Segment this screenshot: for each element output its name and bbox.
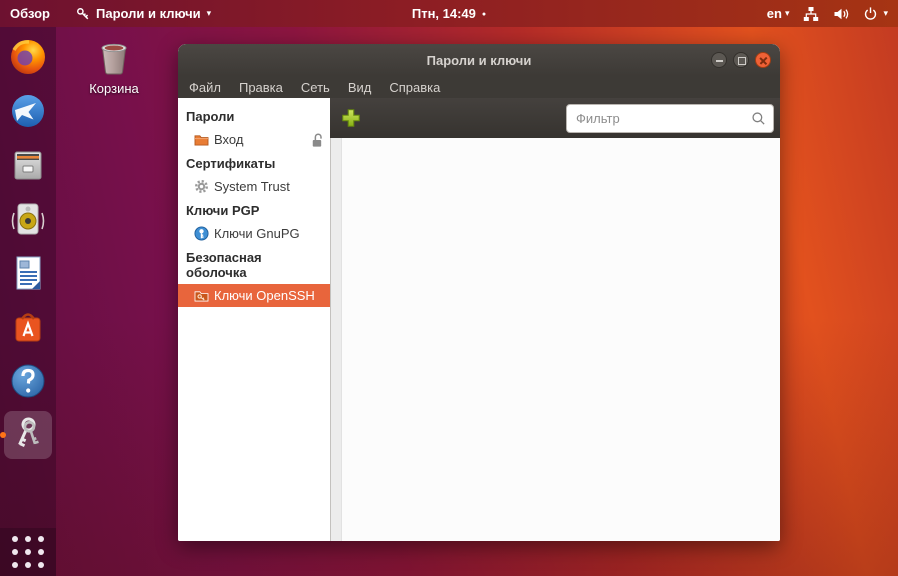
gnupg-key-icon [194,226,209,241]
sidebar-header-secure-shell: Безопасная оболочка [186,250,262,280]
sidebar: Пароли Вход Сертификаты System Trust Клю… [178,98,330,541]
key-icon [77,7,89,19]
desktop-screen: Обзор Пароли и ключи ▾ Птн, 14:49 ● en ▾ [0,0,898,576]
notification-dot: ● [481,10,487,18]
menu-edit[interactable]: Правка [230,78,292,97]
toolbar [330,98,780,138]
app-menu-label: Пароли и ключи [96,6,201,21]
trash-desktop-icon[interactable]: Корзина [84,38,144,96]
menu-file[interactable]: Файл [180,78,230,97]
volume-icon[interactable] [833,6,849,22]
running-indicator-dot [0,432,6,438]
thunderbird-icon [12,95,44,127]
show-applications-button[interactable] [0,528,56,576]
libreoffice-writer-icon [16,256,41,290]
key-list-area[interactable] [330,138,780,541]
plus-icon [342,109,360,127]
system-menu-button[interactable]: ▾ [863,6,888,21]
sidebar-item-label: System Trust [214,179,290,194]
rhythmbox-icon [11,203,45,235]
help-icon [11,364,45,398]
sidebar-item-login[interactable]: Вход [178,128,330,151]
firefox-icon [11,40,45,74]
grid-dots-icon [12,536,44,568]
sidebar-item-label: Вход [214,132,244,147]
ubuntu-software-icon [15,313,41,342]
window-title: Пароли и ключи [426,52,532,68]
sidebar-header-certificates: Сертификаты [186,156,276,171]
dock-item-seahorse[interactable] [0,411,52,459]
chevron-down-icon: ▾ [206,8,212,18]
gear-icon [195,180,208,193]
activities-button[interactable]: Обзор [10,6,50,21]
window-titlebar[interactable]: Пароли и ключи [178,44,780,76]
sidebar-item-openssh-keys[interactable]: Ключи OpenSSH [178,284,330,307]
sidebar-item-gnupg-keys[interactable]: Ключи GnuPG [178,222,330,245]
dock [0,27,56,576]
dock-item-help[interactable] [4,357,52,405]
openssh-key-icon [194,291,209,302]
dock-item-libreoffice-writer[interactable] [4,249,52,297]
search-icon [752,111,765,125]
dock-item-ubuntu-software[interactable] [4,303,52,351]
chevron-down-icon: ▾ [883,8,888,18]
add-item-button[interactable] [338,105,364,131]
folder-icon [194,135,209,146]
sidebar-header-passwords: Пароли [186,109,235,124]
trash-label: Корзина [89,81,139,96]
keys-icon [18,417,39,448]
keyboard-layout-button[interactable]: en ▾ [767,6,790,21]
dock-item-rhythmbox[interactable] [4,195,52,243]
maximize-button[interactable] [733,52,749,68]
passwords-and-keys-window: Пароли и ключи Файл Правка Сеть Вид Спра… [178,44,780,541]
pane-gutter[interactable] [330,138,342,541]
sidebar-item-label: Ключи OpenSSH [214,288,315,303]
clock-button[interactable]: Птн, 14:49 ● [412,0,486,27]
filter-input[interactable] [566,103,774,133]
dock-item-files[interactable] [4,141,52,189]
sidebar-item-label: Ключи GnuPG [214,226,300,241]
network-icon[interactable] [803,6,819,22]
power-icon [865,7,877,20]
minimize-button[interactable] [711,52,727,68]
dock-item-thunderbird[interactable] [4,87,52,135]
menu-view[interactable]: Вид [339,78,381,97]
sidebar-header-pgp-keys: Ключи PGP [186,203,260,218]
close-button[interactable] [755,52,771,68]
chevron-down-icon: ▾ [784,8,790,18]
sidebar-item-system-trust[interactable]: System Trust [178,175,330,198]
menu-help[interactable]: Справка [380,78,449,97]
trash-can-icon [101,43,127,75]
files-icon [14,151,42,180]
keyboard-layout-label: en [766,6,782,21]
dock-item-firefox[interactable] [4,33,52,81]
app-menu-button[interactable]: Пароли и ключи ▾ [76,6,211,21]
clock-label: Птн, 14:49 [411,6,476,21]
menu-remote[interactable]: Сеть [292,78,339,97]
top-bar: Обзор Пароли и ключи ▾ Птн, 14:49 ● en ▾ [0,0,898,27]
menu-bar: Файл Правка Сеть Вид Справка [178,76,780,98]
unlock-icon [312,133,322,147]
